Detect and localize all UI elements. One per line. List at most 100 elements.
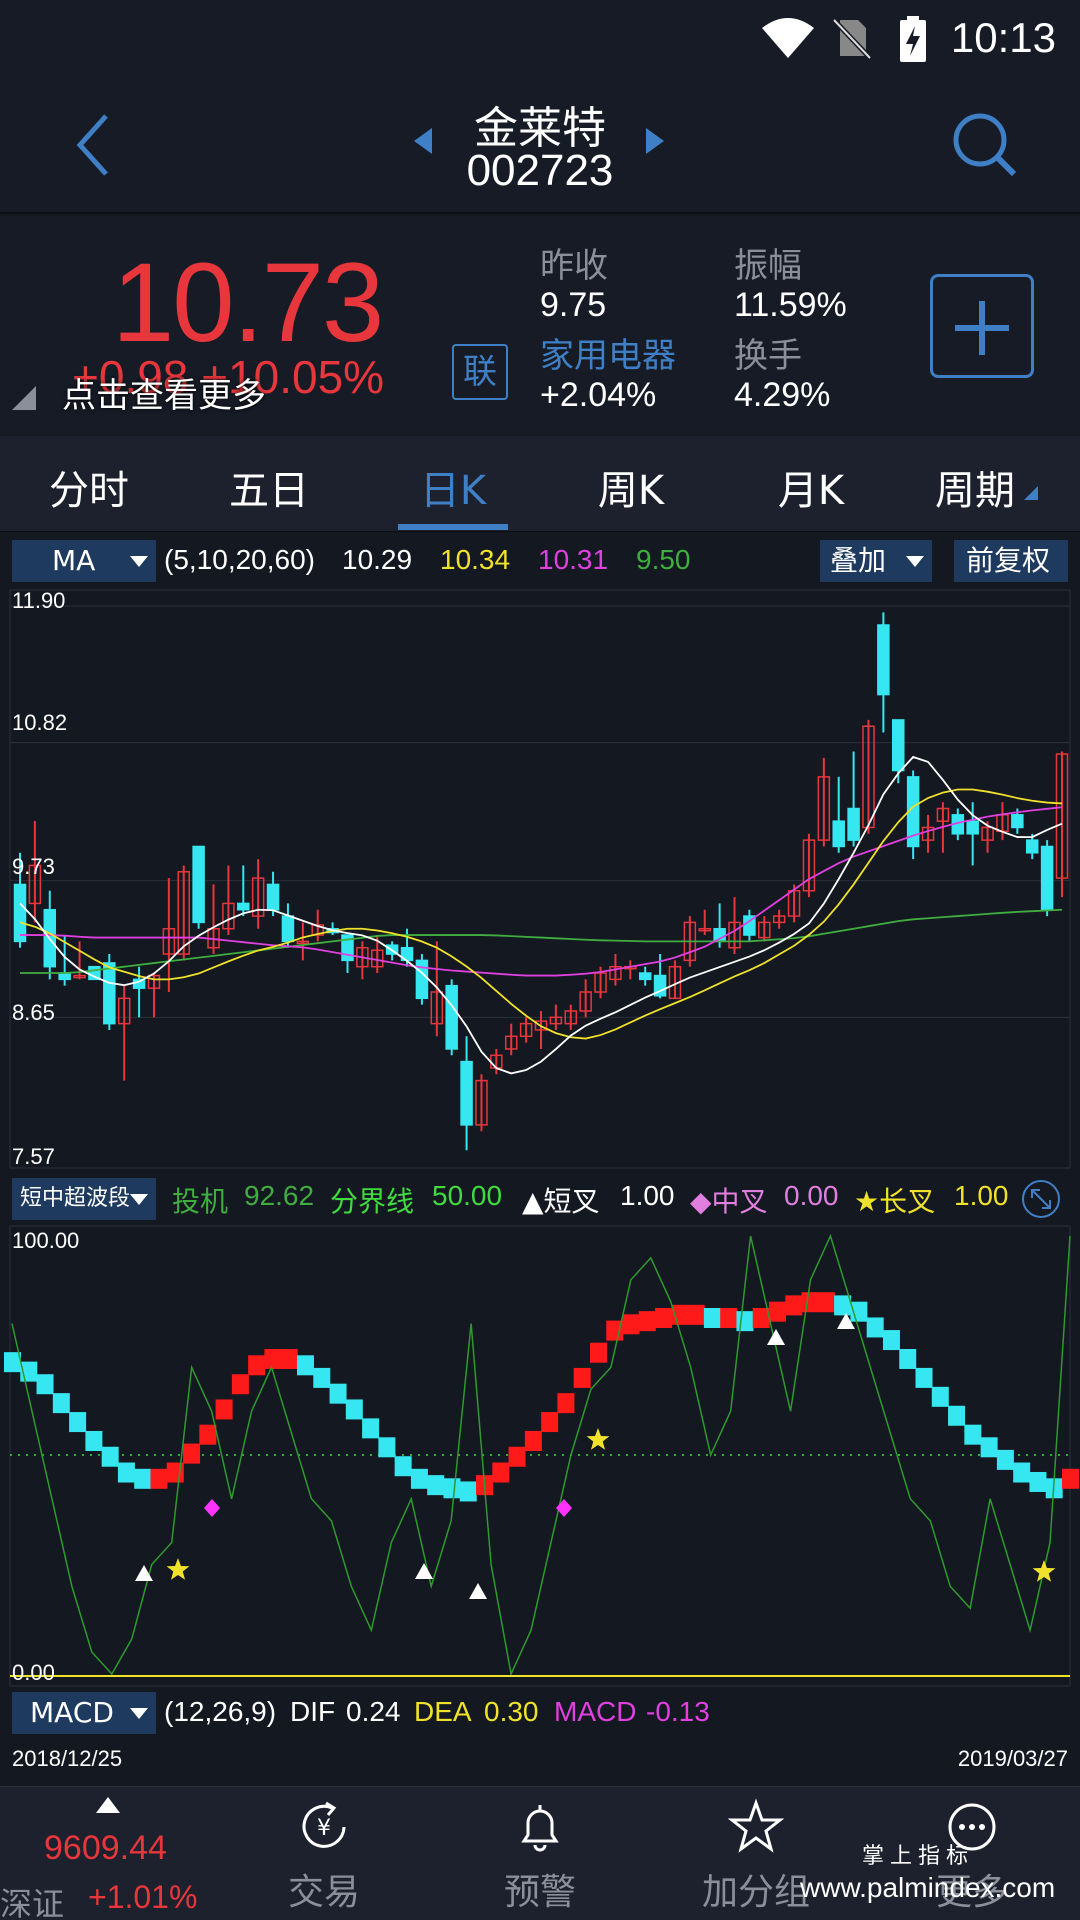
wave-block — [980, 1437, 998, 1458]
wave-block — [785, 1295, 803, 1316]
stock-header: 金莱特 002723 — [0, 80, 1080, 214]
macd-selector-label: MACD — [30, 1696, 114, 1729]
ma20-value: 10.31 — [538, 544, 609, 575]
chevron-down-icon — [130, 1708, 148, 1719]
wave-block — [410, 1468, 428, 1489]
price-axis-label: 9.73 — [12, 854, 55, 879]
wave-block — [622, 1314, 640, 1335]
tab-daily-k[interactable]: 日K — [378, 458, 528, 516]
wave-block — [687, 1304, 705, 1325]
indicator-legend-bar: 短中超波段 投机 92.62 分界线 50.00 ▲短叉 1.00 ◆中叉 0.… — [0, 1170, 1080, 1226]
index-change: +1.01% — [88, 1879, 198, 1915]
ma10-line — [19, 788, 1063, 1040]
tab-intraday[interactable]: 分时 — [14, 458, 164, 516]
next-stock-button[interactable] — [646, 128, 664, 154]
tab-five-day[interactable]: 五日 — [194, 458, 344, 516]
more-tip[interactable]: 点击查看更多 — [62, 368, 266, 417]
add-watchlist-button[interactable] — [930, 274, 1034, 378]
nav-alert-label: 预警 — [503, 1872, 576, 1913]
t3-value: 1.00 — [620, 1180, 675, 1211]
wave-block — [215, 1399, 233, 1420]
wave-block — [541, 1412, 559, 1433]
macd-selector[interactable]: MACD — [12, 1692, 156, 1734]
candle-body — [266, 883, 280, 911]
wave-block — [703, 1307, 721, 1328]
wave-block — [671, 1304, 689, 1325]
short-cross-marker — [415, 1563, 433, 1579]
ma20-line — [20, 806, 1063, 977]
mid-cross-marker — [204, 1499, 220, 1517]
wave-block — [638, 1311, 656, 1332]
amplitude-label: 振幅 — [734, 246, 802, 286]
wave-block — [899, 1348, 917, 1369]
dif-label: DIF — [290, 1696, 336, 1727]
chevron-down-icon — [130, 556, 148, 567]
wave-block — [296, 1355, 314, 1376]
linked-button[interactable]: 联 — [452, 344, 508, 400]
wave-block — [817, 1292, 835, 1313]
wave-block — [1013, 1462, 1031, 1483]
wave-block — [134, 1468, 152, 1489]
indicator-axis-min: 0.00 — [12, 1660, 55, 1685]
prev-close-value: 9.75 — [540, 286, 607, 324]
ma60-line — [20, 908, 1063, 974]
status-time: 10:13 — [950, 14, 1056, 61]
indicator-plot — [4, 1233, 1079, 1677]
industry-label[interactable]: 家用电器 — [540, 328, 676, 377]
wave-block — [589, 1342, 607, 1363]
turnover-label: 换手 — [734, 336, 802, 376]
ma-legend-bar: MA (5,10,20,60) 10.29 10.34 10.31 9.50 叠… — [0, 534, 1080, 586]
t4-label: ◆中叉 — [690, 1185, 768, 1218]
candle-body — [1025, 839, 1039, 854]
t1-label: 投机 — [172, 1185, 229, 1218]
indicator-selector[interactable]: 短中超波段 — [12, 1178, 156, 1220]
tab-weekly-k[interactable]: 周K — [556, 458, 706, 516]
stock-code: 002723 — [466, 146, 614, 195]
status-bar: 10:13 — [0, 0, 1080, 80]
index-ticker[interactable]: 9609.44 深证 +1.01% — [0, 1787, 216, 1920]
expand-chart-icon[interactable] — [1020, 1178, 1062, 1220]
nav-trade[interactable]: ¥ 交易 — [244, 1797, 404, 1915]
wave-block — [427, 1475, 445, 1496]
chart-grid — [9, 589, 1071, 1687]
wave-block — [443, 1478, 461, 1499]
bell-icon — [521, 1805, 559, 1852]
tab-monthly-k[interactable]: 月K — [736, 458, 886, 516]
price-axis-label: 10.82 — [12, 710, 68, 735]
macd-params: (12,26,9) — [164, 1696, 277, 1727]
current-price: 10.73 — [112, 240, 384, 365]
wave-block — [492, 1462, 510, 1483]
wave-block — [1029, 1471, 1047, 1492]
wave-block — [964, 1424, 982, 1445]
candle-body — [877, 624, 890, 696]
adjust-button[interactable]: 前复权 — [954, 540, 1068, 582]
dea-value: 0.30 — [484, 1696, 539, 1727]
trade-icon: ¥ — [302, 1801, 346, 1848]
price-axis-label: 7.57 — [12, 1144, 55, 1169]
ma-selector[interactable]: MA — [12, 540, 156, 582]
nav-trade-label: 交易 — [287, 1872, 360, 1913]
ma-lines — [19, 755, 1063, 1075]
expand-corner-icon[interactable] — [12, 386, 36, 410]
candle-body — [13, 883, 27, 943]
index-name: 深证 — [0, 1885, 65, 1920]
macd-value: -0.13 — [646, 1696, 710, 1727]
t4-value: 0.00 — [784, 1180, 839, 1211]
t3-label: ▲短叉 — [522, 1185, 600, 1218]
watermark-url: www.palmindex.com — [800, 1872, 1056, 1903]
kline-chart[interactable] — [0, 586, 1080, 1706]
dea-label: DEA — [414, 1696, 472, 1727]
search-icon[interactable] — [950, 110, 1020, 180]
t5-value: 1.00 — [954, 1180, 1009, 1211]
overlay-selector[interactable]: 叠加 — [820, 540, 932, 582]
quote-panel: 10.73 +0.98 +10.05% 点击查看更多 联 昨收 9.75 家用电… — [0, 216, 1080, 434]
wave-block — [524, 1430, 542, 1451]
ma-selector-label: MA — [52, 544, 96, 577]
watermark-cn: 掌上指标 — [862, 1844, 975, 1869]
nav-alert[interactable]: 预警 — [460, 1797, 620, 1915]
industry-change: +2.04% — [540, 376, 657, 414]
long-cross-marker — [166, 1558, 190, 1580]
wave-block — [948, 1405, 966, 1426]
wave-block — [231, 1374, 249, 1395]
battery-charging-icon — [900, 16, 926, 62]
